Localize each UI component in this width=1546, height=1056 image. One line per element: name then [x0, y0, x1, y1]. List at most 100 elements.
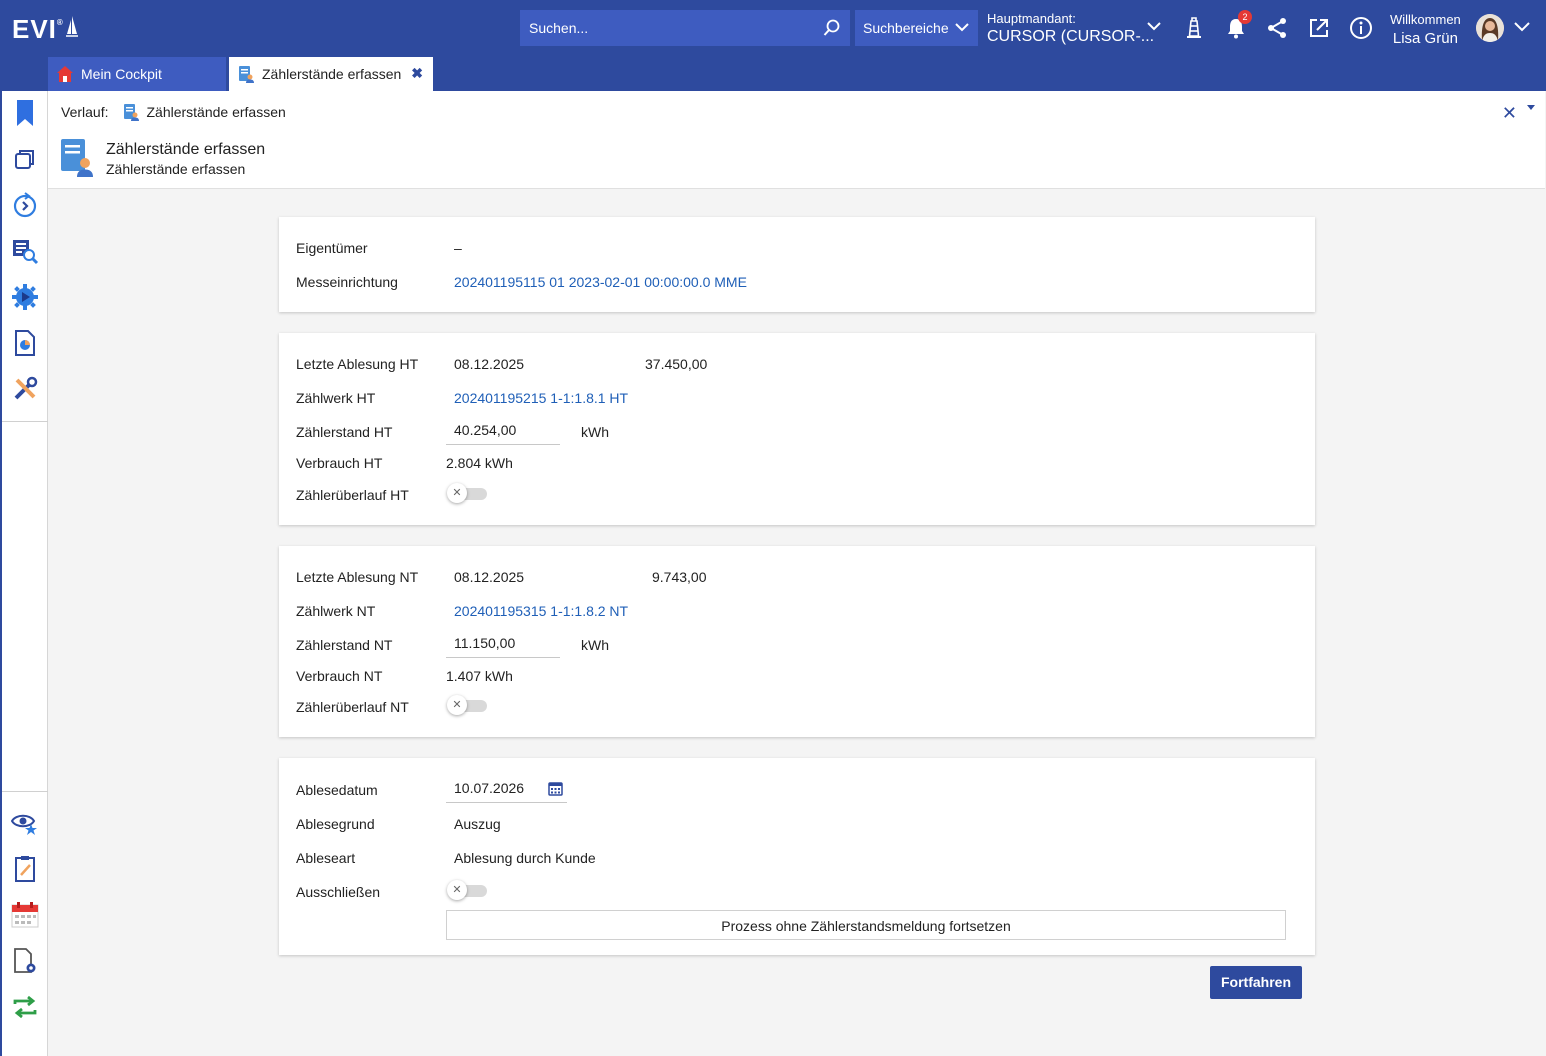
search-input[interactable]: Suchen... — [520, 10, 850, 46]
reading-reason-label: Ablesegrund — [296, 816, 375, 832]
report-chart-icon[interactable] — [11, 329, 39, 357]
reading-type-value[interactable]: Ablesung durch Kunde — [454, 850, 596, 866]
meter-reading-icon — [122, 103, 140, 121]
overflow-nt-toggle[interactable]: ✕ — [447, 695, 487, 715]
info-icon[interactable] — [1347, 14, 1375, 42]
owner-label: Eigentümer — [296, 240, 368, 256]
reading-nt-label: Zählerstand NT — [296, 637, 393, 653]
page-header-area: Verlauf: Zählerstände erfassen ✕ Zählers… — [48, 91, 1545, 189]
logo-text: EVI — [12, 14, 57, 44]
search-icon[interactable] — [814, 10, 850, 46]
calendar-icon[interactable] — [11, 901, 39, 929]
search-placeholder: Suchen... — [529, 20, 589, 36]
nt-register-card: Letzte Ablesung NT 08.12.2025 9.743,00 Z… — [279, 546, 1315, 737]
reading-ht-input[interactable]: 40.254,00 — [446, 419, 560, 445]
history-icon[interactable] — [11, 191, 39, 219]
breadcrumb: Verlauf: Zählerstände erfassen — [61, 103, 286, 121]
register-ht-link[interactable]: 202401195215 1-1:1.8.1 HT — [454, 390, 628, 406]
document-settings-icon[interactable] — [11, 947, 39, 975]
tenant-selector[interactable]: Hauptmandant: CURSOR (CURSOR-... — [987, 10, 1154, 46]
last-reading-nt-label: Letzte Ablesung NT — [296, 569, 419, 585]
windows-icon[interactable] — [11, 145, 39, 173]
sync-arrows-icon[interactable] — [11, 993, 39, 1021]
last-reading-nt-date: 08.12.2025 — [454, 569, 525, 585]
close-icon[interactable]: ✕ — [1502, 103, 1517, 124]
notification-badge: 2 — [1238, 10, 1252, 24]
breadcrumb-label: Verlauf: — [61, 104, 109, 120]
reading-ht-unit: kWh — [581, 424, 609, 440]
caret-down-icon[interactable] — [1527, 105, 1535, 110]
page-title: Zählerstände erfassen — [106, 141, 266, 158]
consumption-nt-value: 1.407 kWh — [446, 668, 513, 684]
logo-registered-mark: ® — [56, 18, 64, 27]
register-nt-label: Zählwerk NT — [296, 603, 376, 619]
toggle-off-icon: ✕ — [447, 483, 467, 503]
rail-divider — [2, 421, 48, 422]
last-reading-ht-value: 37.450,00 — [645, 356, 708, 372]
lighthouse-icon[interactable] — [1180, 14, 1208, 42]
continue-without-reading-button[interactable]: Prozess ohne Zählerstandsmeldung fortset… — [446, 910, 1286, 940]
consumption-ht-value: 2.804 kWh — [446, 455, 513, 471]
overflow-ht-toggle[interactable]: ✕ — [447, 483, 487, 503]
reading-nt-input[interactable]: 11.150,00 — [446, 632, 560, 658]
reading-reason-value[interactable]: Auszug — [454, 816, 501, 832]
owner-value: – — [454, 240, 462, 256]
last-reading-nt-value: 9.743,00 — [652, 569, 707, 585]
home-icon — [56, 65, 74, 83]
reading-nt-unit: kWh — [581, 637, 609, 653]
sail-icon — [65, 16, 78, 37]
reading-date-label: Ablesedatum — [296, 782, 378, 798]
tab-label: Mein Cockpit — [81, 66, 162, 82]
chevron-down-icon[interactable] — [1513, 18, 1531, 34]
tenant-label: Hauptmandant: — [987, 11, 1076, 26]
watch-favorite-icon[interactable] — [11, 809, 39, 837]
consumption-nt-label: Verbrauch NT — [296, 668, 383, 684]
evi-logo[interactable]: EVI ® — [12, 14, 78, 45]
notepad-icon[interactable] — [11, 855, 39, 883]
bookmark-icon[interactable] — [11, 99, 39, 127]
chevron-down-icon[interactable] — [1146, 18, 1162, 34]
measuring-device-link[interactable]: 202401195115 01 2023-02-01 00:00:00.0 MM… — [454, 274, 747, 290]
calendar-icon[interactable] — [548, 781, 563, 796]
toggle-off-icon: ✕ — [447, 695, 467, 715]
exclude-label: Ausschließen — [296, 884, 381, 900]
gear-play-icon[interactable] — [11, 283, 39, 311]
exclude-toggle[interactable]: ✕ — [447, 880, 487, 900]
external-link-icon[interactable] — [1305, 14, 1333, 42]
breadcrumb-item[interactable]: Zählerstände erfassen — [146, 104, 285, 120]
user-welcome[interactable]: Willkommen Lisa Grün — [1390, 10, 1461, 48]
consumption-ht-label: Verbrauch HT — [296, 455, 383, 471]
reading-ht-label: Zählerstand HT — [296, 424, 393, 440]
chevron-down-icon — [955, 23, 969, 32]
list-search-icon[interactable] — [11, 237, 39, 265]
register-nt-link[interactable]: 202401195315 1-1:1.8.2 NT — [454, 603, 628, 619]
ht-register-card: Letzte Ablesung HT 08.12.2025 37.450,00 … — [279, 333, 1315, 525]
page-subtitle: Zählerstände erfassen — [106, 161, 246, 177]
user-name: Lisa Grün — [1392, 30, 1458, 47]
continue-button[interactable]: Fortfahren — [1210, 966, 1302, 999]
register-ht-label: Zählwerk HT — [296, 390, 376, 406]
meter-reading-icon — [237, 65, 255, 83]
reading-date-value: 10.07.2026 — [454, 780, 525, 796]
left-navigation-rail — [0, 91, 48, 1056]
avatar[interactable] — [1476, 14, 1504, 42]
rail-divider — [2, 791, 48, 792]
reading-type-label: Ableseart — [296, 850, 356, 866]
owner-card: Eigentümer – Messeinrichtung 20240119511… — [279, 217, 1315, 312]
overflow-nt-label: Zählerüberlauf NT — [296, 699, 409, 715]
search-scope-dropdown[interactable]: Suchbereiche — [855, 10, 978, 46]
page-title-block: Zählerstände erfassen Zählerstände erfas… — [59, 137, 265, 178]
tools-icon[interactable] — [11, 375, 39, 403]
last-reading-ht-label: Letzte Ablesung HT — [296, 356, 419, 372]
reading-details-card: Ablesedatum 10.07.2026 Ablesegrund Auszu… — [279, 758, 1315, 955]
last-reading-ht-date: 08.12.2025 — [454, 356, 525, 372]
toggle-off-icon: ✕ — [447, 880, 467, 900]
tab-mein-cockpit[interactable]: Mein Cockpit — [48, 57, 226, 91]
share-icon[interactable] — [1263, 14, 1291, 42]
tenant-value: CURSOR (CURSOR-... — [987, 28, 1155, 45]
tab-zaehlerstaende-erfassen[interactable]: Zählerstände erfassen ✖ — [229, 57, 433, 91]
bell-icon[interactable]: 2 — [1222, 10, 1252, 42]
tab-close-icon[interactable]: ✖ — [411, 65, 423, 82]
search-scope-label: Suchbereiche — [863, 20, 949, 36]
overflow-ht-label: Zählerüberlauf HT — [296, 487, 409, 503]
